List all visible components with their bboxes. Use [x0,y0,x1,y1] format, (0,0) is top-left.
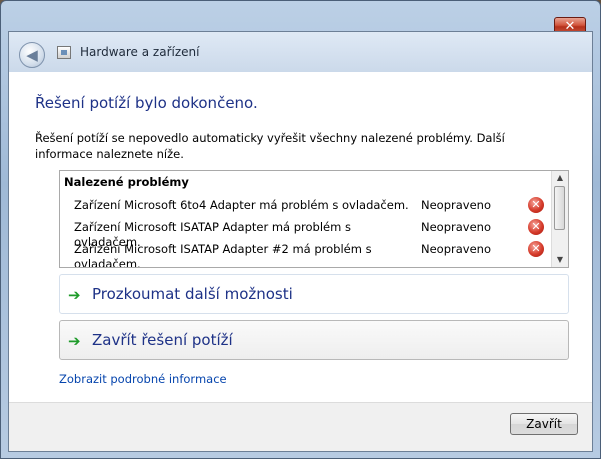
close-troubleshooting-label: Zavřít řešení potíží [92,331,233,349]
problem-status: Neopraveno [421,198,491,212]
back-button[interactable]: ◀ [19,42,45,68]
problems-list[interactable]: Nalezené problémy Zařízení Microsoft 6to… [59,170,569,268]
window-title: Hardware a zařízení [80,45,200,59]
problem-status: Neopraveno [421,220,491,234]
green-arrow-icon: ➔ [68,332,81,350]
error-icon: ✕ [528,241,544,257]
page-description: Řešení potíží se nepovedlo automaticky v… [35,131,505,161]
scroll-down-icon[interactable]: ▼ [552,253,568,267]
scroll-thumb[interactable] [554,186,565,230]
explore-options-label: Prozkoumat další možnosti [92,285,293,303]
explore-options-button[interactable]: ➔ Prozkoumat další možnosti [59,274,569,314]
green-arrow-icon: ➔ [68,286,81,304]
problem-name: Zařízení Microsoft ISATAP Adapter #2 má … [74,242,372,268]
page-heading: Řešení potíží bylo dokončeno. [35,94,258,112]
problems-header: Nalezené problémy [64,175,189,189]
hardware-icon [57,46,71,59]
back-arrow-icon: ◀ [26,46,38,64]
scroll-up-icon[interactable]: ▲ [552,171,568,185]
close-troubleshooting-button[interactable]: ➔ Zavřít řešení potíží [59,320,569,360]
footer-bar: Zavřít [9,402,592,451]
window-client-area: ◀ Hardware a zařízení Řešení potíží bylo… [8,31,593,452]
error-icon: ✕ [528,219,544,235]
problem-status: Neopraveno [421,242,491,256]
problems-scrollbar[interactable]: ▲ ▼ [551,171,568,267]
title-bar: ◀ Hardware a zařízení [9,32,592,72]
error-icon: ✕ [528,197,544,213]
close-button[interactable]: Zavřít [510,413,578,435]
show-details-link[interactable]: Zobrazit podrobné informace [59,372,227,386]
window-frame: ✕ ◀ Hardware a zařízení Řešení potíží by… [0,0,601,459]
problem-name: Zařízení Microsoft 6to4 Adapter má probl… [74,198,409,212]
